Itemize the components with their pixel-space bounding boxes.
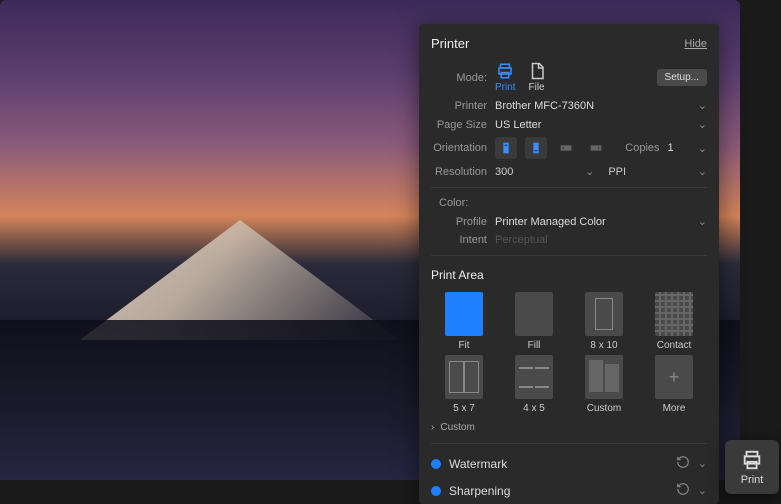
divider (431, 255, 707, 256)
tile-5x7[interactable]: 5 x 7 (431, 355, 497, 414)
orientation-landscape[interactable] (555, 137, 577, 159)
tile-contact[interactable]: Contact (641, 292, 707, 351)
hide-link[interactable]: Hide (684, 38, 707, 50)
chevron-down-icon: ⌄ (698, 215, 707, 228)
sharpening-toggle[interactable] (431, 486, 441, 496)
orientation-landscape-flipped[interactable] (585, 137, 607, 159)
orientation-portrait[interactable] (495, 137, 517, 159)
mode-label: Mode: (431, 72, 487, 84)
printer-select[interactable]: Printer Brother MFC-7360N ⌄ (419, 96, 719, 115)
landscape-flip-icon (588, 140, 604, 156)
printer-icon (496, 62, 514, 80)
chevron-down-icon[interactable]: ⌄ (698, 484, 707, 497)
profile-select[interactable]: Profile Printer Managed Color ⌄ (419, 212, 719, 231)
tile-4x5[interactable]: 4 x 5 (501, 355, 567, 414)
portrait-icon (498, 140, 514, 156)
print-button[interactable]: Print (725, 440, 779, 494)
chevron-down-icon: ⌄ (698, 142, 707, 155)
tile-8x10[interactable]: 8 x 10 (571, 292, 637, 351)
page-size-select[interactable]: Page Size US Letter ⌄ (419, 115, 719, 134)
file-icon (528, 62, 546, 80)
printer-panel: Printer Hide Mode: Print File Setup... P… (419, 24, 719, 504)
chevron-down-icon: ⌄ (698, 99, 707, 112)
watermark-toggle[interactable] (431, 459, 441, 469)
tile-fill[interactable]: Fill (501, 292, 567, 351)
printer-icon (741, 449, 763, 471)
chevron-down-icon: ⌄ (585, 165, 594, 178)
setup-button[interactable]: Setup... (657, 69, 707, 86)
mode-file[interactable]: File (528, 62, 546, 93)
chevron-down-icon: ⌄ (698, 165, 707, 178)
copies-value[interactable]: 1 (668, 142, 680, 154)
landscape-icon (558, 140, 574, 156)
reset-icon[interactable] (676, 455, 690, 472)
chevron-down-icon[interactable]: ⌄ (698, 457, 707, 470)
reset-icon[interactable] (676, 482, 690, 499)
divider (431, 443, 707, 444)
custom-expander[interactable]: › Custom (419, 418, 719, 437)
tile-more[interactable]: +More (641, 355, 707, 414)
intent-value: Perceptual (495, 234, 707, 246)
divider (431, 187, 707, 188)
mode-print[interactable]: Print (495, 62, 516, 93)
tile-fit[interactable]: Fit (431, 292, 497, 351)
resolution-value[interactable]: 300 (495, 166, 513, 178)
panel-title: Printer (431, 36, 469, 51)
chevron-right-icon: › (431, 422, 434, 433)
portrait-flip-icon (528, 140, 544, 156)
orientation-portrait-flipped[interactable] (525, 137, 547, 159)
tile-custom[interactable]: Custom (571, 355, 637, 414)
print-area-title: Print Area (419, 262, 719, 288)
chevron-down-icon: ⌄ (698, 118, 707, 131)
resolution-unit[interactable]: PPI (608, 166, 626, 178)
